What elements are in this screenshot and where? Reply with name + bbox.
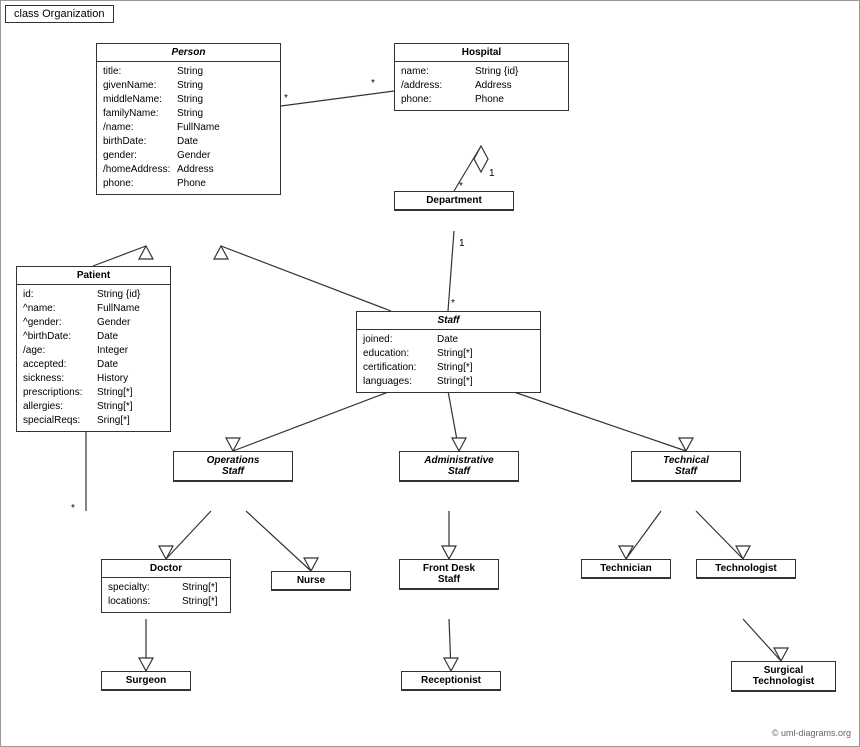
diagram-title: class Organization <box>5 5 114 23</box>
class-receptionist: Receptionist <box>401 671 501 691</box>
class-department-header: Department <box>395 192 513 210</box>
class-person-header: Person <box>97 44 280 62</box>
class-hospital-body: name:String {id} /address:Address phone:… <box>395 62 568 110</box>
class-surgical-technologist: SurgicalTechnologist <box>731 661 836 692</box>
class-staff: Staff joined:Date education:String[*] ce… <box>356 311 541 393</box>
class-surgeon-header: Surgeon <box>102 672 190 690</box>
svg-text:*: * <box>371 78 375 89</box>
class-operations-staff: OperationsStaff <box>173 451 293 482</box>
svg-text:1: 1 <box>459 238 465 249</box>
class-doctor-header: Doctor <box>102 560 230 578</box>
class-patient: Patient id:String {id} ^name:FullName ^g… <box>16 266 171 432</box>
class-operations-staff-header: OperationsStaff <box>174 452 292 481</box>
class-person: Person title:String givenName:String mid… <box>96 43 281 195</box>
class-doctor-body: specialty:String[*] locations:String[*] <box>102 578 230 612</box>
class-technical-staff: TechnicalStaff <box>631 451 741 482</box>
class-staff-header: Staff <box>357 312 540 330</box>
class-person-body: title:String givenName:String middleName… <box>97 62 280 194</box>
class-front-desk-staff-header: Front DeskStaff <box>400 560 498 589</box>
class-surgeon: Surgeon <box>101 671 191 691</box>
class-technologist-header: Technologist <box>697 560 795 578</box>
class-front-desk-staff: Front DeskStaff <box>399 559 499 590</box>
svg-text:*: * <box>451 298 455 309</box>
svg-text:1: 1 <box>489 168 495 179</box>
class-hospital: Hospital name:String {id} /address:Addre… <box>394 43 569 111</box>
class-technician-header: Technician <box>582 560 670 578</box>
class-technician: Technician <box>581 559 671 579</box>
diagram-container: class Organization * * 1 * 1 * * * <box>0 0 860 747</box>
class-surgical-technologist-header: SurgicalTechnologist <box>732 662 835 691</box>
class-administrative-staff-header: AdministrativeStaff <box>400 452 518 481</box>
svg-text:*: * <box>284 93 288 104</box>
class-technical-staff-header: TechnicalStaff <box>632 452 740 481</box>
copyright: © uml-diagrams.org <box>772 728 851 738</box>
class-patient-body: id:String {id} ^name:FullName ^gender:Ge… <box>17 285 170 431</box>
class-department: Department <box>394 191 514 211</box>
class-technologist: Technologist <box>696 559 796 579</box>
class-receptionist-header: Receptionist <box>402 672 500 690</box>
class-hospital-header: Hospital <box>395 44 568 62</box>
class-administrative-staff: AdministrativeStaff <box>399 451 519 482</box>
class-nurse-header: Nurse <box>272 572 350 590</box>
class-staff-body: joined:Date education:String[*] certific… <box>357 330 540 392</box>
class-patient-header: Patient <box>17 267 170 285</box>
svg-text:*: * <box>71 503 75 514</box>
class-doctor: Doctor specialty:String[*] locations:Str… <box>101 559 231 613</box>
class-nurse: Nurse <box>271 571 351 591</box>
